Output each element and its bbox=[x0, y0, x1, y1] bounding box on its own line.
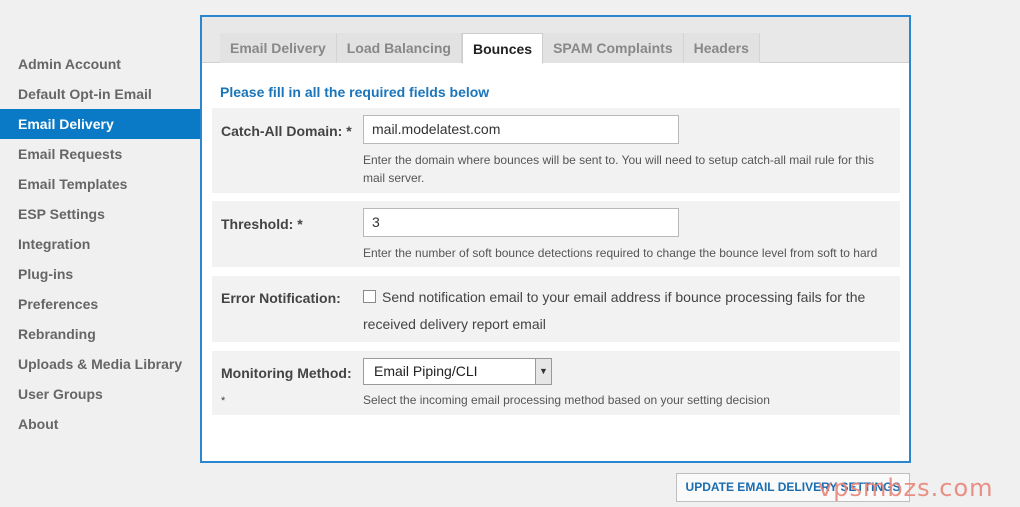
catchall-domain-label: Catch-All Domain: * bbox=[221, 123, 352, 139]
tab-email-delivery[interactable]: Email Delivery bbox=[220, 33, 337, 63]
required-fields-notice: Please fill in all the required fields b… bbox=[220, 84, 490, 100]
sidebar-item-rebranding[interactable]: Rebranding bbox=[0, 319, 201, 349]
threshold-label: Threshold: * bbox=[221, 216, 303, 232]
sidebar-item-preferences[interactable]: Preferences bbox=[0, 289, 201, 319]
settings-panel: Email Delivery Load Balancing Bounces SP… bbox=[200, 15, 911, 463]
error-notification-option: Send notification email to your email ad… bbox=[363, 284, 888, 338]
error-notification-text: Send notification email to your email ad… bbox=[363, 289, 866, 332]
sidebar-item-admin-account[interactable]: Admin Account bbox=[0, 49, 201, 79]
sidebar-item-plug-ins[interactable]: Plug-ins bbox=[0, 259, 201, 289]
tab-bounces[interactable]: Bounces bbox=[461, 33, 544, 64]
threshold-row: Threshold: * 3 Enter the number of soft … bbox=[212, 201, 900, 267]
sidebar-item-about[interactable]: About bbox=[0, 409, 201, 439]
tab-bar: Email Delivery Load Balancing Bounces SP… bbox=[202, 17, 909, 64]
error-notification-label: Error Notification: bbox=[221, 290, 341, 306]
monitoring-method-row: Monitoring Method: * Email Piping/CLI ▼ … bbox=[212, 351, 900, 415]
sidebar-item-integration[interactable]: Integration bbox=[0, 229, 201, 259]
sidebar-item-user-groups[interactable]: User Groups bbox=[0, 379, 201, 409]
threshold-input[interactable]: 3 bbox=[363, 208, 679, 237]
monitoring-method-select[interactable]: Email Piping/CLI ▼ bbox=[363, 358, 552, 385]
monitoring-method-value: Email Piping/CLI bbox=[374, 363, 478, 379]
sidebar-item-email-requests[interactable]: Email Requests bbox=[0, 139, 201, 169]
sidebar-item-default-opt-in-email[interactable]: Default Opt-in Email bbox=[0, 79, 201, 109]
tab-load-balancing[interactable]: Load Balancing bbox=[336, 33, 462, 63]
monitoring-method-label: Monitoring Method: bbox=[221, 365, 352, 381]
settings-sidebar: Admin Account Default Opt-in Email Email… bbox=[0, 49, 201, 439]
catchall-domain-help: Enter the domain where bounces will be s… bbox=[363, 153, 874, 185]
tab-headers[interactable]: Headers bbox=[683, 33, 760, 63]
error-notification-row: Error Notification: Send notification em… bbox=[212, 276, 900, 342]
chevron-down-icon[interactable]: ▼ bbox=[535, 359, 551, 384]
watermark: vpsmbzs.com bbox=[818, 474, 994, 502]
sidebar-item-email-templates[interactable]: Email Templates bbox=[0, 169, 201, 199]
sidebar-item-email-delivery[interactable]: Email Delivery bbox=[0, 109, 201, 139]
tab-spam-complaints[interactable]: SPAM Complaints bbox=[543, 33, 684, 63]
sidebar-item-uploads-media-library[interactable]: Uploads & Media Library bbox=[0, 349, 201, 379]
catchall-domain-input[interactable]: mail.modelatest.com bbox=[363, 115, 679, 144]
monitoring-required-mark: * bbox=[221, 395, 226, 407]
monitoring-method-help: Select the incoming email processing met… bbox=[363, 393, 770, 407]
sidebar-item-esp-settings[interactable]: ESP Settings bbox=[0, 199, 201, 229]
error-notification-checkbox[interactable] bbox=[363, 290, 376, 303]
catchall-domain-row: Catch-All Domain: * mail.modelatest.com … bbox=[212, 108, 900, 193]
threshold-help: Enter the number of soft bounce detectio… bbox=[363, 246, 878, 260]
